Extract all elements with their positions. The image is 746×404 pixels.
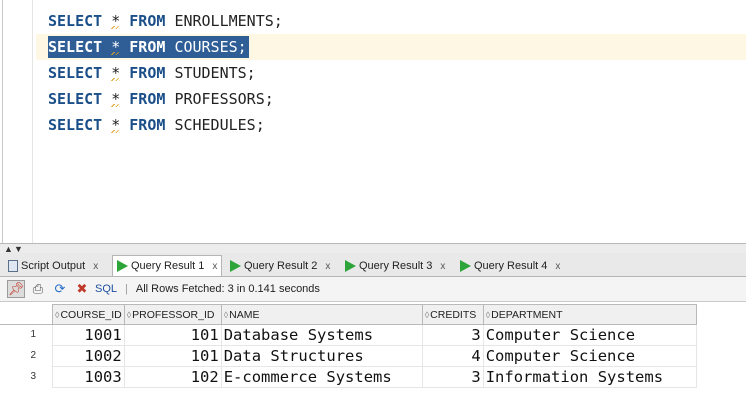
result-grid[interactable]: ◊COURSE_ID ◊PROFESSOR_ID ◊NAME ◊CREDITS …	[0, 301, 746, 404]
column-header-professor-id[interactable]: ◊PROFESSOR_ID	[123, 304, 222, 325]
row-number: 2	[30, 350, 36, 361]
result-toolbar: 📌︎ ⎙ ⟳ ✖ SQL | All Rows Fetched: 3 in 0.…	[0, 277, 746, 301]
cell-department[interactable]: Information Systems	[482, 366, 697, 388]
row-number: 1	[30, 329, 36, 341]
run-icon	[117, 260, 128, 272]
tab-query-result-3[interactable]: Query Result 3 x	[341, 256, 449, 276]
collapse-up-icon[interactable]: ▲	[4, 245, 13, 254]
wildcard: *	[111, 38, 121, 56]
pin-icon[interactable]: 📌︎	[7, 280, 25, 298]
tab-label: Query Result 3	[359, 260, 433, 272]
gutter-separator	[32, 0, 33, 243]
sort-icon: ◊	[126, 309, 132, 320]
result-table: ◊COURSE_ID ◊PROFESSOR_ID ◊NAME ◊CREDITS …	[0, 304, 697, 388]
tab-query-result-4[interactable]: Query Result 4 x	[456, 256, 564, 276]
keyword-from: FROM	[129, 64, 166, 82]
table-row[interactable]: 2 1002 101 Data Structures 4 Computer Sc…	[0, 345, 697, 367]
keyword-select: SELECT	[48, 38, 103, 56]
sql-link[interactable]: SQL	[95, 283, 117, 295]
wildcard: *	[111, 90, 121, 108]
cell-credits[interactable]: 3	[421, 324, 484, 346]
keyword-from: FROM	[129, 116, 166, 134]
cell-professor-id[interactable]: 101	[123, 345, 222, 367]
code-line-5[interactable]: SELECT * FROM SCHEDULES;	[48, 114, 265, 136]
cell-name[interactable]: E-commerce Systems	[220, 366, 423, 388]
sort-icon: ◊	[55, 309, 60, 320]
table-name: COURSES;	[174, 38, 247, 56]
tab-label: Query Result 1	[131, 260, 205, 272]
close-icon[interactable]: x	[440, 261, 445, 272]
column-header-credits[interactable]: ◊CREDITS	[421, 304, 484, 325]
cell-professor-id[interactable]: 101	[123, 324, 222, 346]
tab-query-result-2[interactable]: Query Result 2 x	[226, 256, 334, 276]
keyword-from: FROM	[129, 90, 166, 108]
cell-course-id[interactable]: 1003	[52, 366, 125, 388]
tab-label: Query Result 2	[244, 260, 318, 272]
cell-name[interactable]: Database Systems	[220, 324, 423, 346]
code-line-4[interactable]: SELECT * FROM PROFESSORS;	[48, 88, 274, 110]
table-name: PROFESSORS;	[174, 90, 274, 108]
run-icon	[345, 260, 356, 272]
script-output-icon	[8, 260, 18, 272]
column-header-course-id[interactable]: ◊COURSE_ID	[52, 304, 125, 325]
cell-professor-id[interactable]: 102	[123, 366, 222, 388]
cell-department[interactable]: Computer Science	[482, 345, 697, 367]
close-icon[interactable]: x	[325, 261, 330, 272]
wildcard: *	[111, 64, 121, 82]
code-line-3[interactable]: SELECT * FROM STUDENTS;	[48, 62, 256, 84]
tab-query-result-1[interactable]: Query Result 1 x	[112, 255, 223, 276]
code-line-2-selected[interactable]: SELECT * FROM COURSES;	[48, 36, 249, 58]
cell-course-id[interactable]: 1001	[52, 324, 125, 346]
table-row[interactable]: 3 1003 102 E-commerce Systems 3 Informat…	[0, 366, 697, 388]
keyword-select: SELECT	[48, 12, 103, 30]
close-icon[interactable]: x	[555, 261, 560, 272]
column-header-department[interactable]: ◊DEPARTMENT	[482, 304, 697, 325]
cell-course-id[interactable]: 1002	[52, 345, 125, 367]
keyword-from: FROM	[129, 12, 166, 30]
sort-icon: ◊	[223, 309, 229, 320]
sort-icon: ◊	[485, 309, 491, 320]
keyword-from: FROM	[129, 38, 166, 56]
table-name: STUDENTS;	[174, 64, 256, 82]
table-name: SCHEDULES;	[174, 116, 265, 134]
tab-label: Script Output	[21, 260, 86, 272]
keyword-select: SELECT	[48, 64, 103, 82]
cell-department[interactable]: Computer Science	[482, 324, 697, 346]
print-icon[interactable]: ⎙	[29, 280, 47, 298]
result-tab-bar: Script Output x Query Result 1 x Query R…	[0, 253, 746, 277]
tab-label: Query Result 4	[474, 260, 548, 272]
refresh-icon[interactable]: ⟳	[51, 280, 69, 298]
run-icon	[230, 260, 241, 272]
run-icon	[460, 260, 471, 272]
row-number: 3	[30, 371, 36, 382]
column-header-name[interactable]: ◊NAME	[220, 304, 423, 325]
gutter-border	[2, 0, 3, 243]
table-row[interactable]: 1 1001 101 Database Systems 3 Computer S…	[0, 324, 697, 346]
collapse-down-icon[interactable]: ▼	[14, 245, 23, 254]
sql-editor[interactable]: SELECT * FROM ENROLLMENTS; SELECT * FROM…	[0, 0, 746, 243]
code-line-1[interactable]: SELECT * FROM ENROLLMENTS;	[48, 10, 283, 32]
fetch-status: All Rows Fetched: 3 in 0.141 seconds	[135, 283, 320, 295]
close-icon[interactable]: x	[93, 261, 98, 272]
keyword-select: SELECT	[48, 90, 103, 108]
row-number-header	[0, 304, 53, 325]
sort-icon: ◊	[424, 309, 430, 320]
wildcard: *	[111, 12, 121, 30]
wildcard: *	[111, 116, 121, 134]
freeze-icon[interactable]: ✖	[73, 280, 91, 298]
cell-credits[interactable]: 4	[421, 345, 484, 367]
toolbar-separator: |	[125, 283, 128, 295]
close-icon[interactable]: x	[212, 261, 217, 272]
cell-name[interactable]: Data Structures	[220, 345, 423, 367]
keyword-select: SELECT	[48, 116, 103, 134]
cell-credits[interactable]: 3	[421, 366, 484, 388]
panel-splitter[interactable]: ▲ ▼	[0, 243, 746, 254]
table-name: ENROLLMENTS;	[174, 12, 283, 30]
tab-script-output[interactable]: Script Output x	[4, 256, 102, 276]
